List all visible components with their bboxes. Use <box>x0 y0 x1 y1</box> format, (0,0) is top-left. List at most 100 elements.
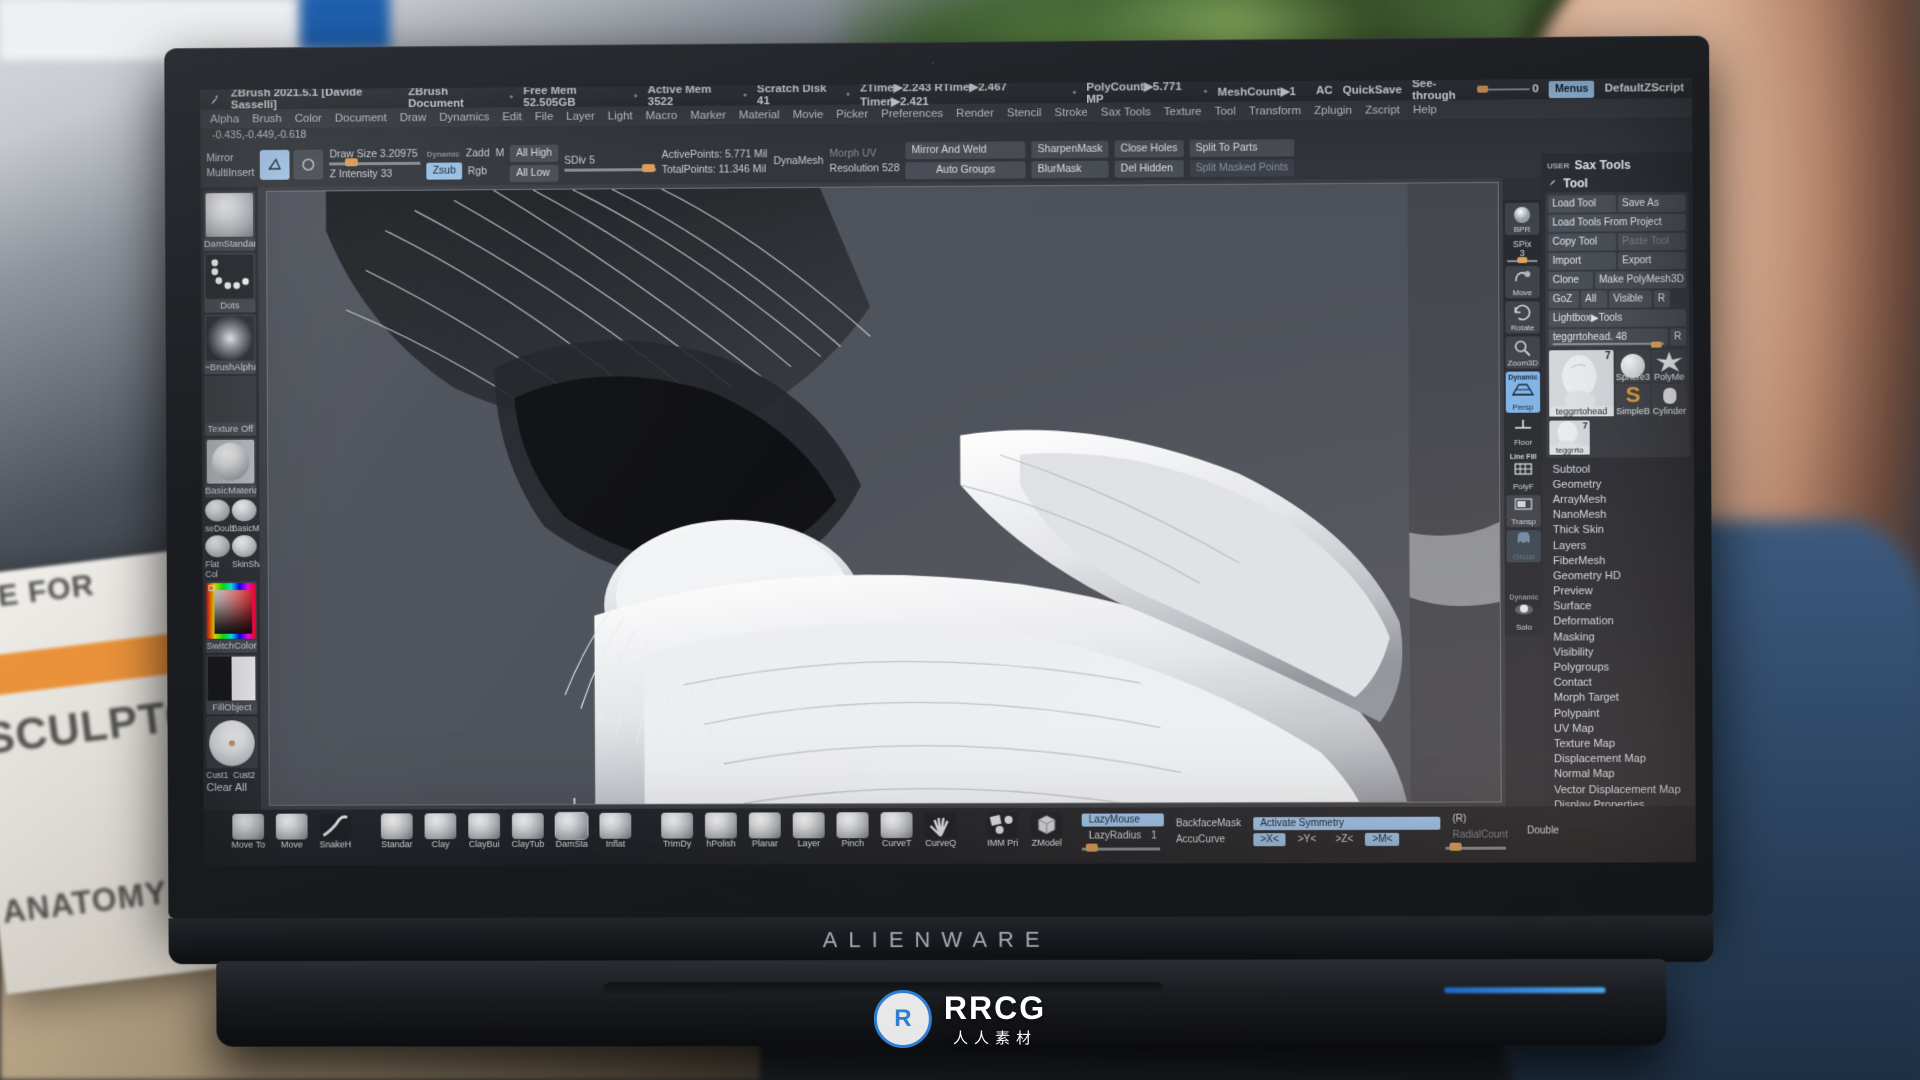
sidebar-item-flatcolor[interactable] <box>205 535 231 558</box>
lazy-radius-slider[interactable] <box>1081 843 1161 852</box>
all-button[interactable]: All <box>1580 290 1608 308</box>
zadd-button[interactable]: Zadd <box>466 147 490 159</box>
menu-item-macro[interactable]: Macro <box>646 109 678 121</box>
menu-item-marker[interactable]: Marker <box>690 109 726 121</box>
sidebar-item-material[interactable]: BasicMaterial <box>204 437 257 498</box>
brush-hpolish[interactable]: hPolish <box>700 812 742 849</box>
brush-standard[interactable]: Standar <box>376 813 418 849</box>
subpalette-texture-map[interactable]: Texture Map <box>1548 736 1691 752</box>
solo-toggle[interactable]: Dynamic Solo <box>1507 591 1541 632</box>
draw-mode-icon[interactable] <box>293 149 324 180</box>
subpalette-surface[interactable]: Surface <box>1547 599 1690 615</box>
spix-slider[interactable]: SPix 3 <box>1505 238 1539 264</box>
sidebar-item-texture[interactable]: Texture Off <box>204 375 257 436</box>
menu-item-dynamics[interactable]: Dynamics <box>439 111 489 123</box>
brush-move[interactable]: Move <box>271 813 313 850</box>
draw-size-slider[interactable] <box>329 158 421 167</box>
close-holes-button[interactable]: Close Holes <box>1114 139 1184 158</box>
current-tool-knob[interactable] <box>1650 341 1663 348</box>
lazy-radius-knob[interactable] <box>1085 843 1098 852</box>
subpalette-masking[interactable]: Masking <box>1547 629 1690 645</box>
menu-item-stroke[interactable]: Stroke <box>1054 106 1087 118</box>
axis-x-toggle[interactable]: >X< <box>1253 833 1286 847</box>
subpalette-visibility[interactable]: Visibility <box>1547 644 1690 660</box>
sdiv-slider[interactable] <box>564 163 656 172</box>
brush-claytubes[interactable]: ClayTub <box>507 813 549 849</box>
canvas-area[interactable] <box>257 177 1506 810</box>
cust1-button[interactable]: Cust1 <box>206 770 231 780</box>
subpalette-geometry[interactable]: Geometry <box>1547 476 1690 492</box>
all-high-button[interactable]: All High <box>510 144 559 162</box>
paste-tool-button[interactable]: Paste Tool <box>1618 232 1686 251</box>
move-tool-button[interactable]: Move <box>1505 265 1540 299</box>
subpalette-polypaint[interactable]: Polypaint <box>1548 705 1691 721</box>
ghost-toggle[interactable]: Ghost <box>1506 530 1541 563</box>
menu-item-texture[interactable]: Texture <box>1164 105 1202 117</box>
activate-symmetry-toggle[interactable]: Activate Symmetry <box>1253 816 1441 831</box>
load-tool-button[interactable]: Load Tool <box>1548 195 1616 213</box>
see-through-knob[interactable] <box>1477 85 1489 93</box>
tool-thumb-polymesh[interactable]: PolyMe <box>1651 349 1687 382</box>
sidebar-item-brush[interactable]: DamStandard <box>203 190 256 251</box>
menu-item-tool[interactable]: Tool <box>1215 105 1236 117</box>
subpalette-normal-map[interactable]: Normal Map <box>1548 767 1691 783</box>
m-button[interactable]: M <box>495 147 504 159</box>
split-to-parts-button[interactable]: Split To Parts <box>1189 138 1295 157</box>
subpalette-nanomesh[interactable]: NanoMesh <box>1547 507 1690 523</box>
del-hidden-button[interactable]: Del Hidden <box>1114 159 1184 178</box>
sidebar-item-material-basic[interactable] <box>231 499 257 522</box>
menu-item-material[interactable]: Material <box>739 109 780 121</box>
goz-button[interactable]: GoZ <box>1548 290 1580 309</box>
radial-count-knob[interactable] <box>1449 842 1462 851</box>
double-toggle[interactable]: Double <box>1520 824 1566 837</box>
switch-color-button[interactable]: SwitchColor <box>205 639 258 653</box>
axis-z-toggle[interactable]: >Z< <box>1328 833 1360 846</box>
clone-button[interactable]: Clone <box>1548 271 1594 290</box>
sidebar-item-skinshade[interactable] <box>231 535 257 558</box>
brush-clay[interactable]: Clay <box>420 813 462 849</box>
menu-item-edit[interactable]: Edit <box>502 111 522 123</box>
subpalette-thick-skin[interactable]: Thick Skin <box>1547 522 1690 538</box>
menu-item-brush[interactable]: Brush <box>252 113 282 125</box>
blur-mask-button[interactable]: BlurMask <box>1031 160 1109 178</box>
menu-item-picker[interactable]: Picker <box>836 108 868 120</box>
sidebar-item-stroke[interactable]: Dots <box>203 252 256 313</box>
all-low-button[interactable]: All Low <box>510 164 559 182</box>
material-sphere-preview[interactable] <box>206 716 258 769</box>
backface-mask-toggle[interactable]: BackfaceMask <box>1169 817 1248 830</box>
brush-damstandard[interactable]: DamSta <box>551 811 593 849</box>
rotate-tool-button[interactable]: Rotate <box>1505 301 1540 334</box>
accucurve-toggle[interactable]: AccuCurve <box>1169 833 1248 846</box>
quicksave-button[interactable]: QuickSave <box>1343 84 1402 97</box>
ac-button[interactable]: AC <box>1316 85 1333 97</box>
tool-thumb-teggrrto[interactable]: 7 teggrrto <box>1549 420 1590 455</box>
subpalette-contact[interactable]: Contact <box>1548 675 1691 691</box>
floor-toggle[interactable]: Floor <box>1506 416 1540 448</box>
menu-item-color[interactable]: Color <box>295 112 322 124</box>
subpalette-arraymesh[interactable]: ArrayMesh <box>1547 492 1690 508</box>
brush-pinch[interactable]: Pinch <box>832 812 874 848</box>
subpalette-morph-target[interactable]: Morph Target <box>1548 690 1691 706</box>
split-masked-points-button[interactable]: Split Masked Points <box>1189 158 1295 177</box>
polyframe-toggle[interactable]: Line Fill PolyF <box>1506 451 1540 492</box>
subpalette-subtool[interactable]: Subtool <box>1546 461 1689 477</box>
axis-m-toggle[interactable]: >M< <box>1365 832 1400 846</box>
menus-button[interactable]: Menus <box>1548 80 1595 98</box>
brush-imm-primitives[interactable]: IMM Pri <box>982 811 1024 848</box>
subpalette-geometry-hd[interactable]: Geometry HD <box>1547 568 1690 584</box>
subpalette-deformation[interactable]: Deformation <box>1547 614 1690 630</box>
zoom3d-tool-button[interactable]: Zoom3D <box>1505 336 1540 369</box>
save-as-button[interactable]: Save As <box>1617 194 1686 213</box>
tool-thumb-sphere3[interactable]: Sphere3 <box>1615 349 1650 383</box>
brush-curvequad[interactable]: CurveQ <box>920 811 962 848</box>
zsub-button[interactable]: Zsub <box>426 162 462 180</box>
subpalette-polygroups[interactable]: Polygroups <box>1547 660 1690 676</box>
sdiv-knob[interactable] <box>641 163 655 172</box>
fill-object-group[interactable]: FillObject <box>205 654 258 715</box>
subpalette-uv-map[interactable]: UV Map <box>1548 721 1691 737</box>
multiinsert-button[interactable]: MultiInsert <box>206 167 254 179</box>
tool-header[interactable]: Tool <box>1545 173 1689 192</box>
menu-item-layer[interactable]: Layer <box>566 110 595 122</box>
draw-size-knob[interactable] <box>345 158 359 167</box>
sidebar-item-material-secondary[interactable] <box>205 499 230 522</box>
